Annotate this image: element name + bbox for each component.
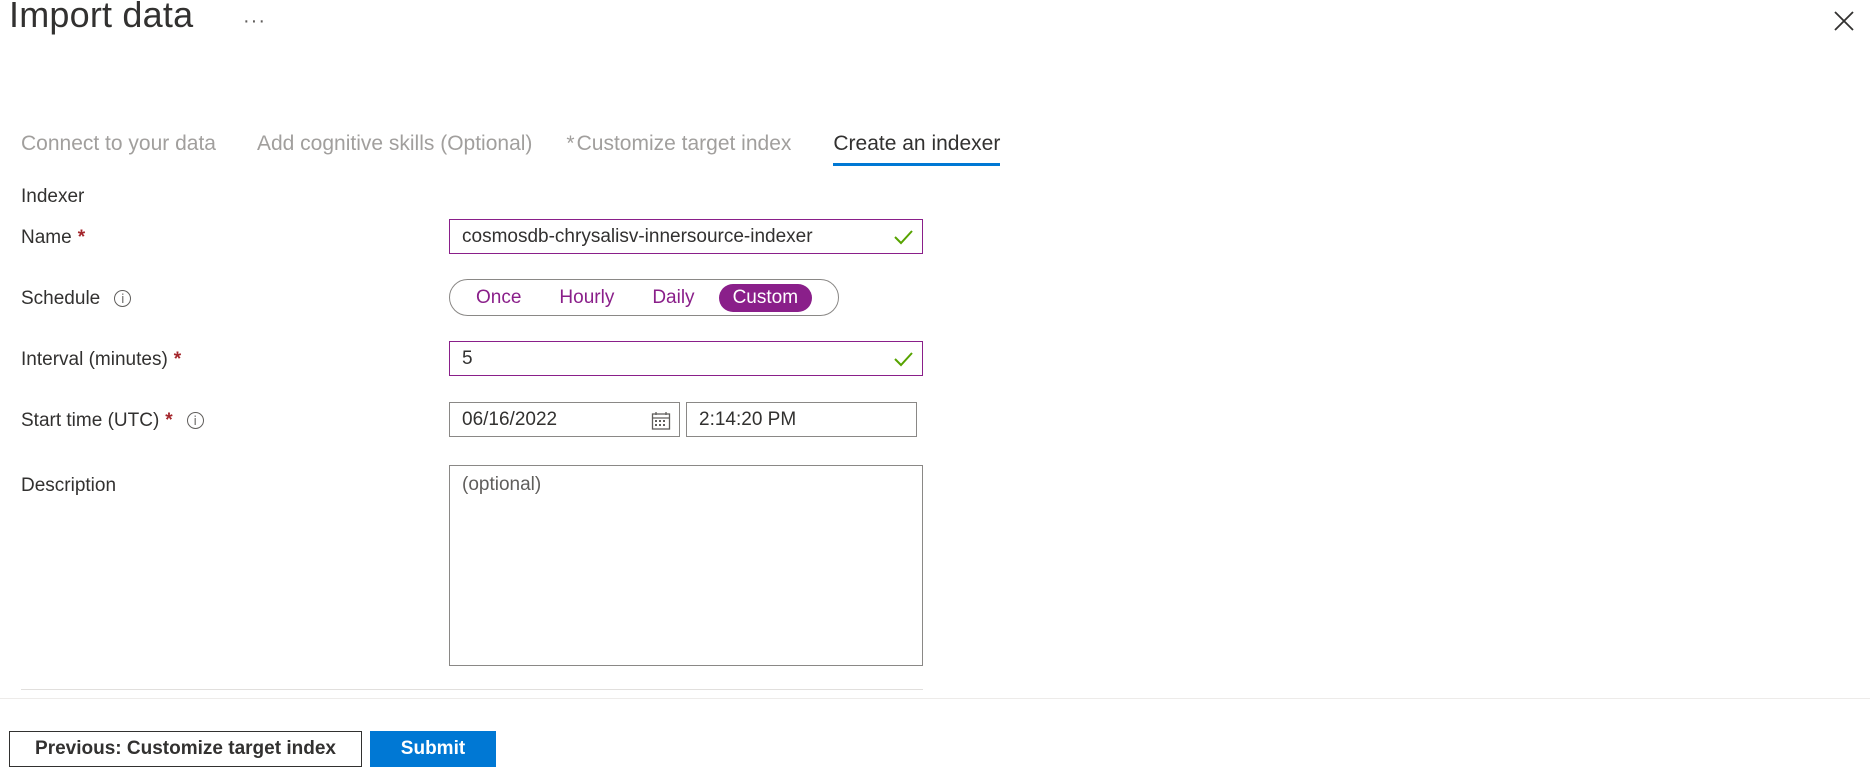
tab-create-indexer[interactable]: Create an indexer bbox=[833, 125, 1001, 166]
wizard-tabs: Connect to your data Add cognitive skill… bbox=[21, 125, 1001, 167]
tab-customize-index[interactable]: * Customize target index bbox=[566, 125, 791, 163]
date-value: 06/16/2022 bbox=[462, 408, 558, 430]
time-field[interactable]: 2:14:20 PM bbox=[686, 402, 917, 437]
page-title: Import data bbox=[9, 0, 194, 35]
interval-label-text: Interval (minutes) bbox=[21, 349, 168, 370]
schedule-toggle: Once Hourly Daily Custom bbox=[449, 279, 839, 316]
tab-label: Connect to your data bbox=[21, 132, 216, 155]
previous-button[interactable]: Previous: Customize target index bbox=[9, 731, 362, 767]
tab-cognitive-skills[interactable]: Add cognitive skills (Optional) bbox=[257, 125, 532, 163]
tab-label: Create an indexer bbox=[833, 132, 1001, 155]
schedule-option-once[interactable]: Once bbox=[476, 287, 521, 309]
valid-check-icon bbox=[894, 352, 913, 367]
valid-check-icon bbox=[894, 230, 913, 245]
footer-divider bbox=[0, 698, 1870, 699]
name-field[interactable]: cosmosdb-chrysalisv-innersource-indexer bbox=[449, 219, 923, 254]
calendar-icon[interactable] bbox=[651, 411, 671, 431]
name-value: cosmosdb-chrysalisv-innersource-indexer bbox=[462, 225, 813, 247]
interval-label: Interval (minutes) * bbox=[21, 349, 181, 371]
name-label: Name * bbox=[21, 227, 85, 249]
interval-field[interactable]: 5 bbox=[449, 341, 923, 376]
schedule-option-hourly[interactable]: Hourly bbox=[559, 287, 614, 309]
submit-button[interactable]: Submit bbox=[370, 731, 496, 767]
schedule-option-daily[interactable]: Daily bbox=[652, 287, 694, 309]
time-value: 2:14:20 PM bbox=[699, 408, 797, 430]
start-time-label: Start time (UTC) * i bbox=[21, 410, 204, 432]
description-label: Description bbox=[21, 475, 117, 496]
description-textarea[interactable]: (optional) bbox=[449, 465, 923, 666]
info-icon[interactable]: i bbox=[186, 412, 204, 430]
start-time-label-text: Start time (UTC) bbox=[21, 410, 160, 431]
tab-label: Add cognitive skills (Optional) bbox=[256, 132, 533, 155]
tab-connect-data[interactable]: Connect to your data bbox=[21, 125, 216, 163]
schedule-option-custom[interactable]: Custom bbox=[718, 283, 813, 312]
tab-label: Customize target index bbox=[576, 132, 792, 155]
required-marker: * bbox=[566, 132, 575, 155]
date-picker[interactable]: 06/16/2022 bbox=[449, 402, 680, 437]
description-placeholder: (optional) bbox=[462, 474, 542, 495]
schedule-label-text: Schedule bbox=[21, 288, 101, 309]
required-marker: * bbox=[165, 410, 173, 431]
name-label-text: Name bbox=[21, 227, 72, 248]
schedule-label: Schedule i bbox=[21, 288, 132, 310]
required-marker: * bbox=[173, 349, 182, 370]
required-marker: * bbox=[77, 227, 86, 248]
info-icon[interactable]: i bbox=[114, 290, 132, 308]
more-options-icon[interactable]: ··· bbox=[243, 10, 266, 33]
section-heading: Indexer bbox=[21, 186, 85, 207]
close-icon[interactable] bbox=[1832, 9, 1856, 33]
interval-value: 5 bbox=[462, 347, 473, 369]
form-divider bbox=[21, 689, 923, 690]
